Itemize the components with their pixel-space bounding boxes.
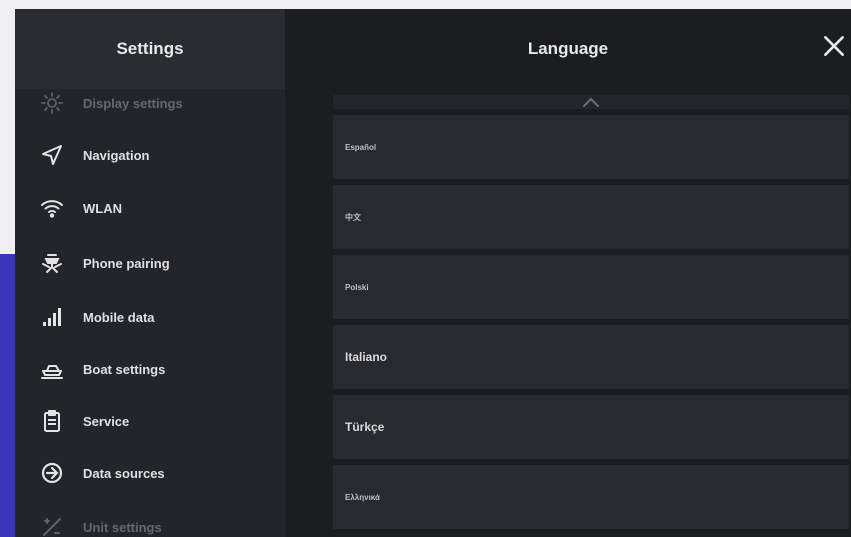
language-option-polski[interactable]: Polski	[333, 255, 849, 319]
sidebar-item-boat-settings[interactable]: Boat settings	[15, 343, 285, 395]
sidebar-item-label: Boat settings	[83, 361, 166, 377]
language-list[interactable]: Español 中文 Polski Italiano Türkçe Ελληνι…	[333, 95, 849, 531]
sidebar-item-data-sources[interactable]: Data sources	[15, 447, 285, 499]
sun-icon	[35, 89, 69, 117]
language-label: Español	[345, 142, 377, 152]
sidebar-item-label: Data sources	[83, 465, 165, 481]
chevron-up-icon	[580, 95, 602, 109]
sidebar-item-phone-pairing[interactable]: Phone pairing	[15, 237, 285, 289]
sidebar-item-mobile-data[interactable]: Mobile data	[15, 291, 285, 343]
language-option-chinese[interactable]: 中文	[333, 185, 849, 249]
sidebar-item-label: Mobile data	[83, 309, 155, 325]
language-label: Polski	[345, 282, 369, 292]
sidebar-item-unit-settings[interactable]: Unit settings	[15, 501, 285, 537]
sidebar-item-label: Display settings	[83, 95, 183, 111]
clipboard-icon	[35, 407, 69, 435]
language-option-greek[interactable]: Ελληνικά	[333, 465, 849, 529]
sidebar-item-label: WLAN	[83, 200, 122, 216]
sidebar-item-label: Service	[83, 413, 130, 429]
language-panel: Language Español 中文 Polski Italiano Türk…	[285, 9, 851, 537]
page-title: Language	[527, 39, 609, 58]
sidebar-item-label: Phone pairing	[83, 255, 170, 271]
close-icon	[821, 33, 847, 64]
language-option-italiano[interactable]: Italiano	[333, 325, 849, 389]
sidebar-item-navigation[interactable]: Navigation	[15, 129, 285, 181]
page-title-bar: Language	[285, 9, 851, 89]
sidebar-item-label: Navigation	[83, 147, 150, 163]
settings-screen: Settings Display settings Navigation WLA…	[15, 9, 851, 537]
satellite-icon	[35, 249, 69, 277]
language-option-espanol[interactable]: Español	[333, 115, 849, 179]
sidebar-item-service[interactable]: Service	[15, 395, 285, 447]
language-label: Türkçe	[345, 420, 385, 434]
sidebar-item-display-settings[interactable]: Display settings	[15, 77, 285, 129]
settings-sidebar: Settings Display settings Navigation WLA…	[15, 9, 285, 537]
scroll-up-button[interactable]	[333, 95, 849, 109]
sidebar-item-label: Unit settings	[83, 519, 162, 535]
units-icon	[35, 513, 69, 537]
boat-icon	[35, 355, 69, 383]
language-option-turkce[interactable]: Türkçe	[333, 395, 849, 459]
data-source-icon	[35, 459, 69, 487]
navigation-arrow-icon	[35, 141, 69, 169]
wifi-icon	[35, 194, 69, 222]
close-button[interactable]	[817, 31, 851, 65]
signal-bars-icon	[35, 303, 69, 331]
language-label: Ελληνικά	[345, 492, 380, 502]
language-label: 中文	[345, 212, 361, 222]
language-label: Italiano	[345, 350, 388, 364]
sidebar-item-wlan[interactable]: WLAN	[15, 182, 285, 234]
